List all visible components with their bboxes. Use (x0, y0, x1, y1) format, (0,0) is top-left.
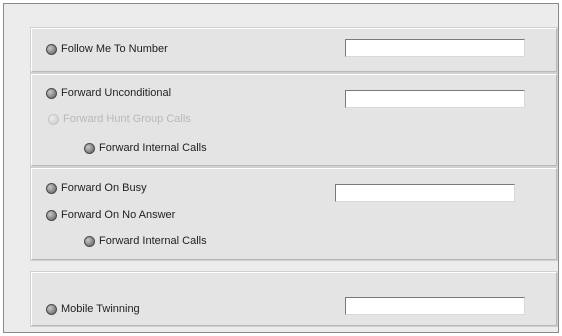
forward-hunt-group-radio[interactable] (48, 113, 59, 125)
forward-on-no-answer-radio[interactable] (46, 209, 57, 221)
follow-me-radio[interactable] (46, 43, 57, 55)
follow-me-label: Follow Me To Number (61, 43, 168, 55)
forward-unconditional-number-input[interactable] (345, 90, 525, 108)
mobile-twinning-number-input[interactable] (345, 297, 525, 315)
follow-me-panel: Follow Me To Number (31, 28, 557, 72)
forward-unconditional-internal-option[interactable]: Forward Internal Calls (84, 140, 207, 156)
forward-unconditional-option[interactable]: Forward Unconditional (46, 85, 171, 101)
forward-unconditional-internal-radio[interactable] (84, 142, 95, 154)
forward-on-busy-option[interactable]: Forward On Busy (46, 180, 147, 196)
forward-busy-internal-label: Forward Internal Calls (99, 235, 207, 247)
forward-on-no-answer-label: Forward On No Answer (61, 209, 176, 221)
call-forwarding-settings-frame: Follow Me To Number Forward Unconditiona… (3, 3, 559, 333)
forward-unconditional-internal-label: Forward Internal Calls (99, 142, 207, 154)
mobile-twinning-option[interactable]: Mobile Twinning (46, 301, 140, 317)
forward-busy-no-answer-panel: Forward On Busy Forward On No Answer For… (31, 168, 557, 260)
mobile-twinning-panel: Mobile Twinning (31, 272, 557, 326)
forward-on-no-answer-option[interactable]: Forward On No Answer (46, 207, 175, 223)
forward-on-busy-label: Forward On Busy (61, 182, 147, 194)
forward-unconditional-radio[interactable] (46, 87, 57, 99)
forward-busy-internal-option[interactable]: Forward Internal Calls (84, 233, 207, 249)
forward-busy-internal-radio[interactable] (84, 235, 95, 247)
forward-on-busy-radio[interactable] (46, 182, 57, 194)
follow-me-option[interactable]: Follow Me To Number (46, 41, 168, 57)
forward-unconditional-panel: Forward Unconditional Forward Hunt Group… (31, 74, 557, 166)
forward-unconditional-label: Forward Unconditional (61, 87, 172, 99)
mobile-twinning-label: Mobile Twinning (61, 303, 140, 315)
mobile-twinning-radio[interactable] (46, 303, 57, 315)
forward-busy-number-input[interactable] (335, 184, 515, 202)
forward-hunt-group-option[interactable]: Forward Hunt Group Calls (48, 111, 191, 127)
follow-me-number-input[interactable] (345, 39, 525, 57)
forward-hunt-group-label: Forward Hunt Group Calls (63, 113, 191, 125)
